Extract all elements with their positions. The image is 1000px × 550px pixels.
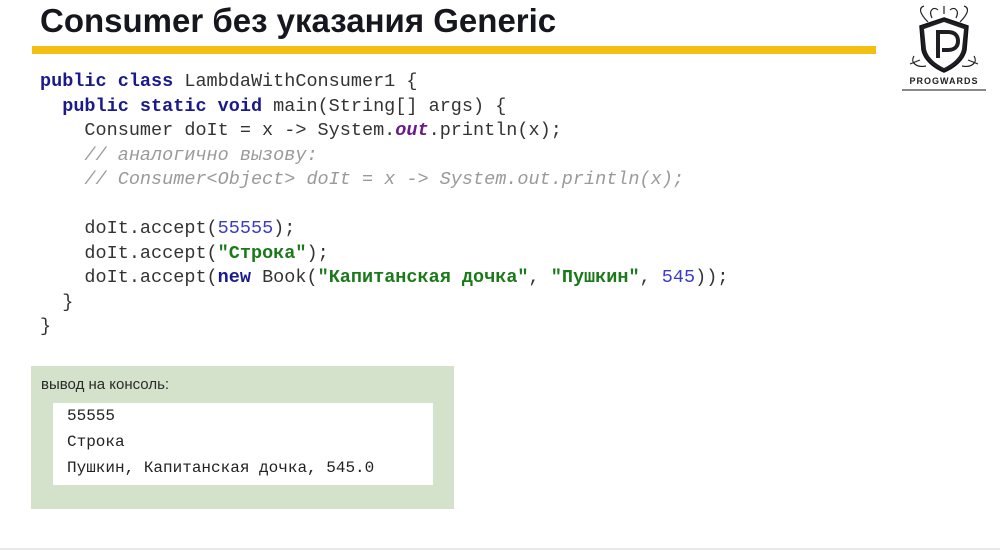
code-string: "Пушкин" [550, 267, 640, 288]
console-line: Пушкин, Капитанская дочка, 545.0 [67, 459, 375, 477]
code-text: , [639, 267, 662, 288]
logo-tagline-line [902, 89, 986, 91]
title-underline [32, 46, 876, 54]
console-line: 55555 [67, 407, 116, 425]
code-line-1: public class LambdaWithConsumer1 { [40, 70, 728, 95]
code-text: Book( [250, 267, 318, 288]
code-text: )); [695, 267, 729, 288]
code-text: ); [306, 242, 329, 264]
code-line-2: public static void main(String[] args) { [40, 95, 728, 120]
code-keyword: new [217, 267, 251, 288]
shield-logo-icon [909, 5, 979, 73]
code-text: .println(x); [428, 120, 562, 141]
console-output-panel: вывод на консоль: 55555 Строка Пушкин, К… [31, 366, 454, 509]
code-text: } [40, 316, 52, 337]
code-string: "Капитанская дочка" [317, 267, 529, 288]
code-text: } [62, 291, 74, 313]
code-line-10: } [40, 291, 728, 316]
code-line-9: doIt.accept(new Book("Капитанская дочка"… [40, 266, 728, 291]
code-line-11: } [40, 315, 728, 340]
progwards-logo: PROGWARDS [898, 4, 990, 100]
code-string: "Строка" [217, 242, 307, 264]
code-comment: // Consumer<Object> doIt = x -> System.o… [84, 169, 684, 190]
code-number: 545 [661, 267, 696, 288]
code-text: ); [273, 218, 296, 239]
code-text: LambdaWithConsumer1 { [173, 71, 418, 92]
code-text: doIt.accept( [84, 218, 218, 239]
code-line-8: doIt.accept("Строка"); [40, 242, 728, 267]
code-text: doIt.accept( [84, 267, 218, 288]
code-text: doIt.accept( [84, 242, 218, 264]
code-text: main(String[] args) { [262, 95, 507, 117]
code-field: out [395, 120, 429, 141]
code-line-4: // аналогично вызову: [40, 144, 728, 169]
code-line-5: // Consumer<Object> doIt = x -> System.o… [40, 168, 728, 193]
code-keyword: public static void [62, 95, 263, 117]
code-comment: // аналогично вызову: [84, 144, 318, 166]
slide-title: Consumer без указания Generic [40, 2, 557, 39]
console-label: вывод на консоль: [41, 376, 170, 393]
console-line: Строка [67, 433, 125, 451]
code-text: , [528, 267, 551, 288]
code-block: public class LambdaWithConsumer1 { publi… [40, 70, 728, 340]
code-line-3: Consumer doIt = x -> System.out.println(… [40, 119, 728, 144]
console-output-box: 55555 Строка Пушкин, Капитанская дочка, … [53, 403, 433, 485]
logo-wordmark: PROGWARDS [909, 76, 979, 86]
code-text: Consumer doIt = x -> System. [84, 120, 396, 141]
code-line-7: doIt.accept(55555); [40, 217, 728, 242]
code-keyword: public class [40, 71, 174, 92]
code-number: 55555 [217, 218, 274, 239]
